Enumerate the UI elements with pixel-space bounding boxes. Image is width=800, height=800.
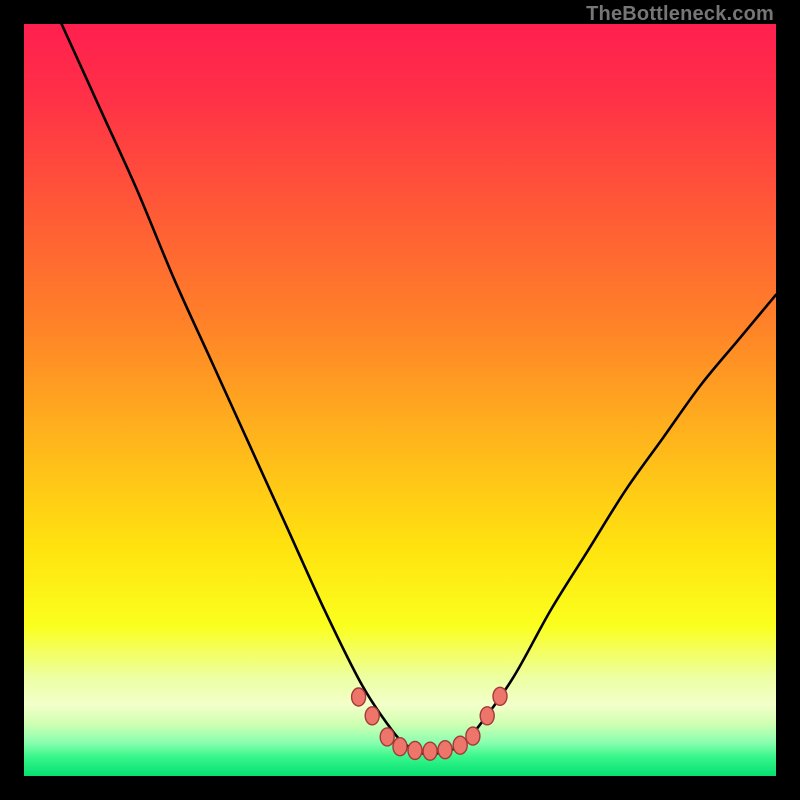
plot-area: [24, 24, 776, 776]
curve-marker: [352, 688, 366, 706]
curve-marker: [453, 736, 467, 754]
watermark-text: TheBottleneck.com: [586, 3, 774, 26]
chart-svg: [24, 24, 776, 776]
curve-marker: [408, 741, 422, 759]
bottleneck-curve: [62, 24, 776, 754]
curve-marker: [480, 707, 494, 725]
curve-marker: [365, 707, 379, 725]
curve-marker: [393, 738, 407, 756]
curve-markers: [352, 687, 507, 760]
chart-frame: TheBottleneck.com: [0, 0, 800, 800]
curve-marker: [380, 728, 394, 746]
curve-marker: [438, 741, 452, 759]
curve-marker: [423, 742, 437, 760]
curve-marker: [493, 687, 507, 705]
curve-marker: [466, 727, 480, 745]
